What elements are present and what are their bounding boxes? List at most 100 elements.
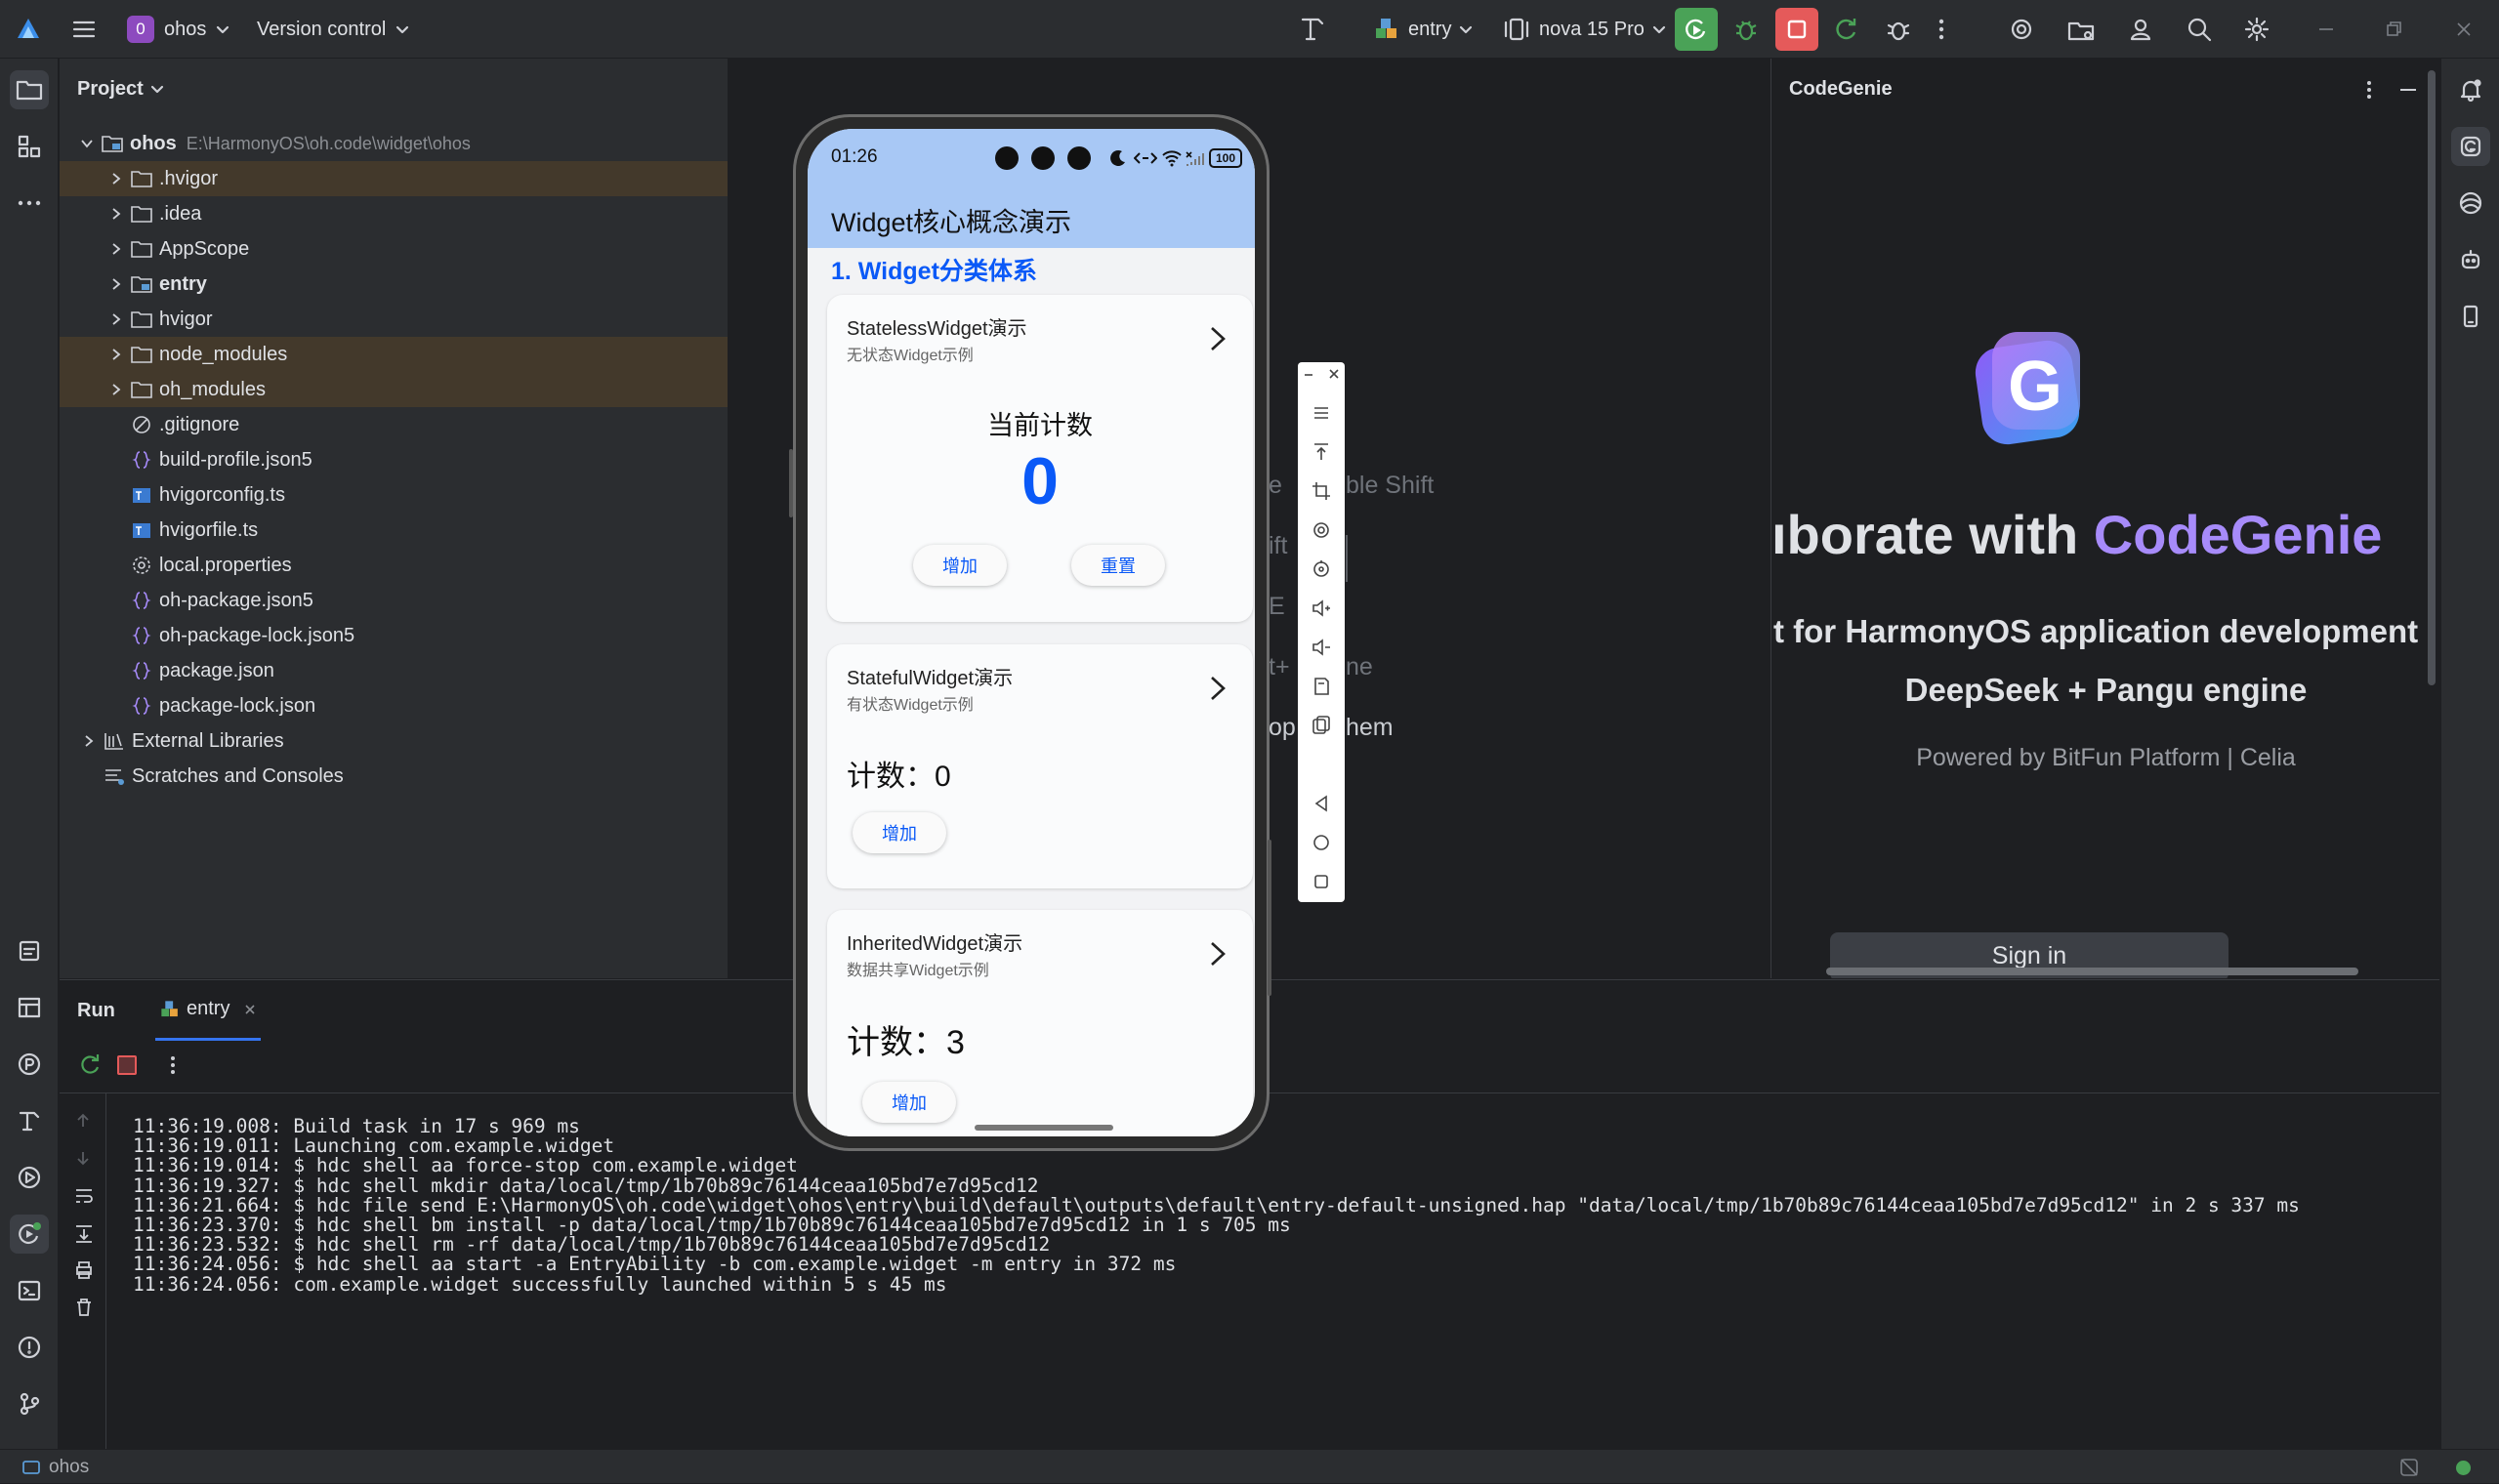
build-icon[interactable] (10, 1101, 49, 1140)
run-tab-title[interactable]: Run (77, 980, 115, 1041)
apply-changes-icon[interactable] (1833, 0, 1860, 59)
project-switcher[interactable]: 0 ohos (127, 0, 231, 59)
rerun-button[interactable] (1675, 8, 1718, 51)
tree-item[interactable]: node_modules (60, 337, 728, 372)
pin-top-icon[interactable] (1310, 440, 1333, 464)
rotate-icon[interactable] (1310, 518, 1333, 542)
tree-item[interactable]: hvigorconfig.ts (60, 477, 728, 513)
chevron-right-icon[interactable] (1206, 674, 1229, 703)
profiler-icon[interactable] (10, 1045, 49, 1084)
previewer-icon[interactable] (2451, 184, 2490, 223)
codegenie-hide-icon[interactable] (2396, 78, 2420, 102)
terminal-icon[interactable] (10, 1271, 49, 1310)
app-logo-icon[interactable] (14, 0, 43, 59)
fold-icon[interactable] (1310, 675, 1333, 698)
recent-apps-square-icon[interactable] (1310, 870, 1333, 893)
clear-trash-icon[interactable] (73, 1297, 95, 1318)
stop-button[interactable] (1775, 8, 1818, 51)
settings-gear-icon[interactable] (2243, 0, 2270, 59)
location-icon[interactable] (1310, 557, 1333, 581)
close-window-icon[interactable] (2454, 0, 2474, 59)
close-icon[interactable] (1327, 364, 1341, 384)
tree-item[interactable]: .idea (60, 196, 728, 231)
problems-icon[interactable] (10, 1328, 49, 1367)
scroll-down-icon[interactable] (73, 1148, 93, 1168)
chevron-right-icon[interactable] (108, 311, 124, 327)
more-tools-icon[interactable] (10, 184, 49, 223)
soft-wrap-icon[interactable] (73, 1185, 95, 1207)
tree-scratches[interactable]: Scratches and Consoles (60, 759, 728, 794)
tree-item[interactable]: oh-package.json5 (60, 583, 728, 618)
project-panel-header[interactable]: Project (77, 59, 165, 119)
status-project[interactable]: ohos (21, 1450, 89, 1484)
phone-screen[interactable]: 01:26 100 Widget核心概念演示 1. Widget分类体系 Sta… (808, 129, 1255, 1136)
notifications-bell-icon[interactable] (2451, 70, 2490, 109)
tree-root-ohos[interactable]: ohos E:\HarmonyOS\oh.code\widget\ohos (60, 126, 728, 161)
print-icon[interactable] (73, 1259, 95, 1281)
codegenie-options-icon[interactable] (2363, 78, 2375, 102)
tree-item[interactable]: AppScope (60, 231, 728, 267)
screenshot-icon[interactable] (1310, 714, 1333, 737)
scroll-to-end-icon[interactable] (73, 1222, 95, 1244)
services-icon[interactable] (10, 1158, 49, 1197)
tree-item[interactable]: oh-package-lock.json5 (60, 618, 728, 653)
chevron-right-icon[interactable] (108, 382, 124, 397)
assistant-bot-icon[interactable] (2451, 240, 2490, 279)
home-indicator[interactable] (975, 1125, 1113, 1131)
run-more-icon[interactable] (169, 1054, 177, 1076)
account-icon[interactable] (2127, 0, 2154, 59)
device-manager-icon[interactable] (2066, 0, 2096, 59)
minimize-icon[interactable] (1302, 364, 1315, 384)
chevron-right-icon[interactable] (108, 276, 124, 292)
reset-button[interactable]: 重置 (1071, 545, 1165, 586)
volume-down-icon[interactable] (1310, 636, 1333, 659)
todo-icon[interactable] (10, 931, 49, 970)
run-config-selector[interactable]: entry (1373, 0, 1475, 59)
chevron-right-icon[interactable] (1206, 939, 1229, 969)
more-actions-icon[interactable] (1936, 0, 1947, 59)
device-selector[interactable]: nova 15 Pro (1504, 0, 1668, 59)
read-only-toggle-icon[interactable] (2398, 1457, 2420, 1478)
codegenie-tool-icon[interactable] (2451, 127, 2490, 166)
codegenie-launcher-icon[interactable] (2008, 0, 2035, 59)
tree-item[interactable]: hvigor (60, 302, 728, 337)
tree-item[interactable]: hvigorfile.ts (60, 513, 728, 548)
tree-item[interactable]: oh_modules (60, 372, 728, 407)
menu-icon[interactable] (1310, 401, 1333, 425)
minimize-window-icon[interactable] (2316, 0, 2336, 59)
project-tool-folder-icon[interactable] (10, 70, 49, 109)
debug-icon[interactable] (1732, 0, 1760, 59)
git-branch-icon[interactable] (10, 1384, 49, 1423)
main-menu-icon[interactable] (70, 0, 98, 59)
increment-button[interactable]: 增加 (913, 545, 1007, 586)
vcs-menu[interactable]: Version control (257, 0, 411, 59)
chevron-right-icon[interactable] (1206, 324, 1229, 353)
tree-item[interactable]: local.properties (60, 548, 728, 583)
horizontal-scrollbar[interactable] (1826, 968, 2358, 975)
volume-up-icon[interactable] (1310, 597, 1333, 620)
tree-item[interactable]: build-profile.json5 (60, 442, 728, 477)
tree-item[interactable]: entry (60, 267, 728, 302)
build-hammer-icon[interactable] (1297, 0, 1328, 59)
stop-icon[interactable] (117, 1055, 137, 1075)
increment-button[interactable]: 增加 (853, 812, 946, 853)
increment-button[interactable]: 增加 (862, 1082, 956, 1123)
tree-item[interactable]: package.json (60, 653, 728, 688)
chevron-right-icon[interactable] (108, 206, 124, 222)
tree-item[interactable]: package-lock.json (60, 688, 728, 723)
vertical-scrollbar[interactable] (2428, 70, 2436, 685)
rerun-icon[interactable] (79, 1053, 103, 1077)
back-triangle-icon[interactable] (1310, 792, 1333, 815)
tree-item[interactable]: .hvigor (60, 161, 728, 196)
tree-item[interactable]: .gitignore (60, 407, 728, 442)
log-icon[interactable] (10, 988, 49, 1027)
chevron-right-icon[interactable] (108, 347, 124, 362)
chevron-right-icon[interactable] (108, 241, 124, 257)
restore-window-icon[interactable] (2384, 0, 2403, 59)
tree-external-libraries[interactable]: External Libraries (60, 723, 728, 759)
device-manager-phone-icon[interactable] (2451, 297, 2490, 336)
crop-screenshot-icon[interactable] (1310, 479, 1333, 503)
home-circle-icon[interactable] (1310, 831, 1333, 854)
run-entry-tab[interactable]: entry (155, 980, 262, 1041)
chevron-right-icon[interactable] (108, 171, 124, 186)
